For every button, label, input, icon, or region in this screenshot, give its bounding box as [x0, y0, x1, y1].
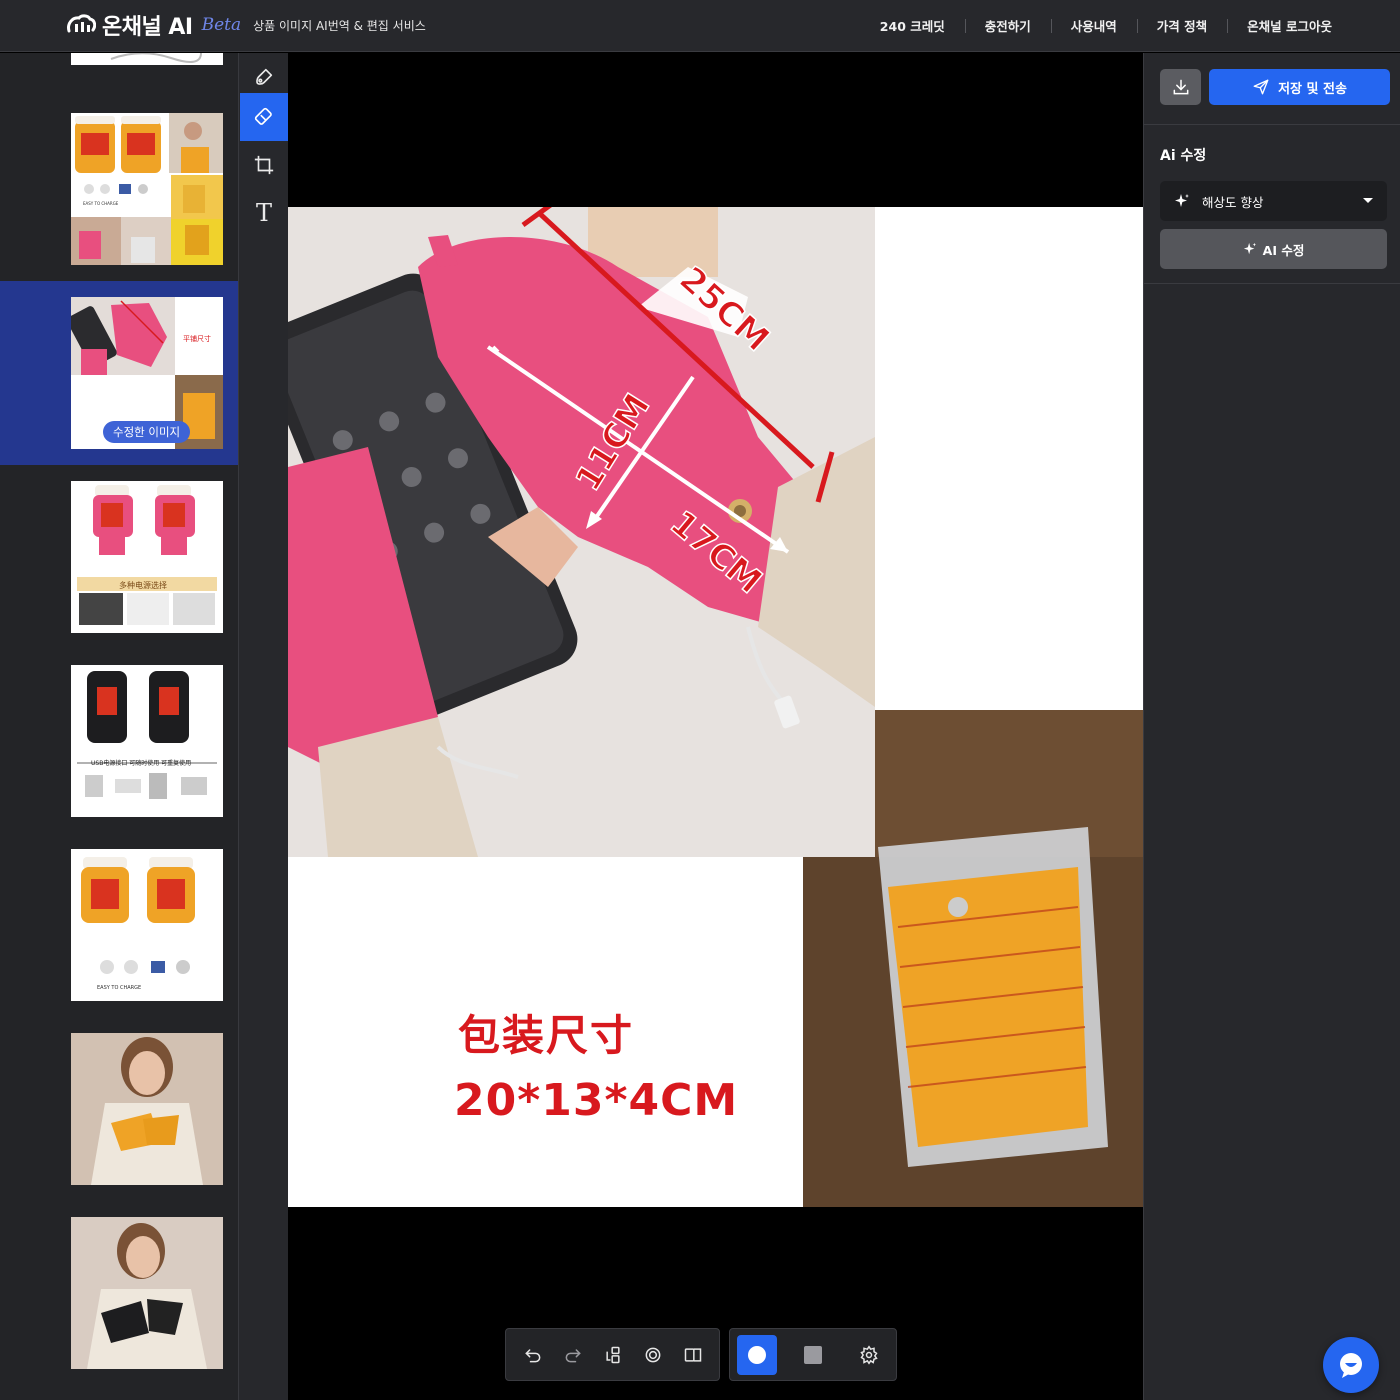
thumbnail-item[interactable] [0, 53, 238, 97]
tagline: 상품 이미지 AI번역 & 편집 서비스 [253, 18, 426, 33]
target-icon [645, 1347, 661, 1362]
nav-logout[interactable]: 온채널 로그아웃 [1227, 16, 1352, 35]
undo-button[interactable] [513, 1335, 553, 1375]
edited-image-badge: 수정한 이미지 [103, 421, 191, 443]
package-size-value: 20*13*4CM [454, 1075, 739, 1126]
circle-icon [748, 1345, 766, 1364]
thumbnail-list: EASY TO CHARGE 平铺尺寸 수정한 이미지 多种电源选择 USB电源… [0, 53, 238, 1400]
panel-divider [1144, 283, 1400, 284]
text-tool[interactable]: T [240, 189, 288, 237]
send-icon [1253, 79, 1269, 95]
sparkle-icon [1243, 242, 1256, 255]
chevron-down-icon [1363, 198, 1373, 203]
chat-button[interactable] [1323, 1337, 1379, 1393]
download-button[interactable] [1160, 69, 1201, 105]
text-icon: T [255, 199, 272, 227]
undo-icon [525, 1348, 541, 1362]
compare-icon [684, 1347, 702, 1362]
layers-icon [606, 1346, 620, 1363]
thumb5-caption: EASY TO CHARGE [97, 985, 141, 991]
ai-edit-button-label: AI 수정 [1262, 242, 1305, 258]
thumbnail-image[interactable] [71, 53, 223, 65]
panel-divider [1144, 124, 1400, 125]
thumb1-caption: EASY TO CHARGE [83, 201, 119, 206]
history-toolbar [505, 1328, 720, 1381]
crop-icon [254, 155, 274, 175]
crop-tool[interactable] [240, 141, 288, 189]
thumbnail-image[interactable]: USB电源接口 可随时使用 可重复使用 [71, 665, 223, 817]
thumbnail-image[interactable]: 多种电源选择 [71, 481, 223, 633]
brush-settings-button[interactable] [849, 1335, 889, 1375]
brand-name: 온채널 AI [102, 15, 193, 40]
download-icon [1173, 79, 1188, 95]
brush-icon [256, 68, 273, 85]
editor-canvas[interactable]: 25CM 11CM 17CM 包装尺寸 20*13*4CM [288, 53, 1143, 1400]
brush-mode-toolbar [729, 1328, 897, 1381]
thumbnail-item[interactable] [0, 1217, 238, 1400]
thumbnail-image[interactable]: EASY TO CHARGE [71, 113, 223, 265]
nav-usage-history[interactable]: 사용내역 [1050, 16, 1137, 35]
thumb3-banner: 多种电源选择 [119, 580, 167, 590]
nav-charge[interactable]: 충전하기 [964, 16, 1051, 35]
nav-credits[interactable]: 240 크레딧 [860, 16, 965, 35]
thumbnail-item[interactable]: EASY TO CHARGE [0, 113, 238, 297]
thumb4-banner: USB电源接口 可随时使用 可重复使用 [91, 759, 191, 767]
thumbnail-item-active[interactable]: 平铺尺寸 수정한 이미지 [0, 281, 238, 465]
thumbnail-item[interactable]: USB电源接口 可随时使用 可重复使用 [0, 665, 238, 849]
nav-pricing[interactable]: 가격 정책 [1136, 16, 1227, 35]
product-image[interactable]: 25CM 11CM 17CM 包装尺寸 20*13*4CM [288, 207, 1143, 1207]
ai-edit-title: Ai 수정 [1160, 148, 1207, 164]
ai-mode-select[interactable]: 해상도 향상 [1160, 181, 1387, 221]
logo-icon [67, 14, 96, 33]
sparkle-icon [1175, 194, 1189, 207]
layers-button[interactable] [593, 1335, 633, 1375]
compare-button[interactable] [673, 1335, 713, 1375]
target-button[interactable] [633, 1335, 673, 1375]
square-brush-button[interactable] [793, 1335, 833, 1375]
thumb2-caption: 平铺尺寸 [183, 334, 211, 343]
beta-label: Beta [201, 15, 242, 35]
redo-icon [565, 1348, 581, 1362]
circle-brush-button[interactable] [737, 1334, 777, 1375]
save-and-send-button[interactable]: 저장 및 전송 [1209, 69, 1390, 105]
thumbnail-image[interactable]: EASY TO CHARGE [71, 849, 223, 1001]
gear-icon [860, 1344, 878, 1365]
redo-button[interactable] [553, 1335, 593, 1375]
tool-column: T [238, 53, 288, 1400]
square-icon [804, 1345, 822, 1364]
top-header: 온채널 AI Beta 상품 이미지 AI번역 & 편집 서비스 240 크레딧… [0, 0, 1400, 52]
thumbnail-item[interactable]: 多种电源选择 [0, 481, 238, 665]
thumbnail-image[interactable] [71, 1033, 223, 1185]
right-panel: 저장 및 전송 Ai 수정 해상도 향상 AI 수정 [1143, 53, 1400, 1400]
thumbnail-item[interactable] [0, 1033, 238, 1217]
ai-edit-button[interactable]: AI 수정 [1160, 229, 1387, 269]
logo[interactable]: 온채널 AI Beta 상품 이미지 AI번역 & 편집 서비스 [66, 9, 426, 41]
eraser-icon [254, 107, 272, 125]
top-nav: 240 크레딧 충전하기 사용내역 가격 정책 온채널 로그아웃 [860, 14, 1352, 36]
package-size-title: 包装尺寸 [458, 1011, 635, 1060]
thumbnail-item[interactable]: EASY TO CHARGE [0, 849, 238, 1033]
eraser-tool[interactable] [240, 93, 288, 141]
chat-icon [1340, 1353, 1362, 1378]
thumbnail-image[interactable] [71, 1217, 223, 1369]
save-button-label: 저장 및 전송 [1278, 81, 1347, 97]
ai-mode-value: 해상도 향상 [1202, 194, 1264, 210]
